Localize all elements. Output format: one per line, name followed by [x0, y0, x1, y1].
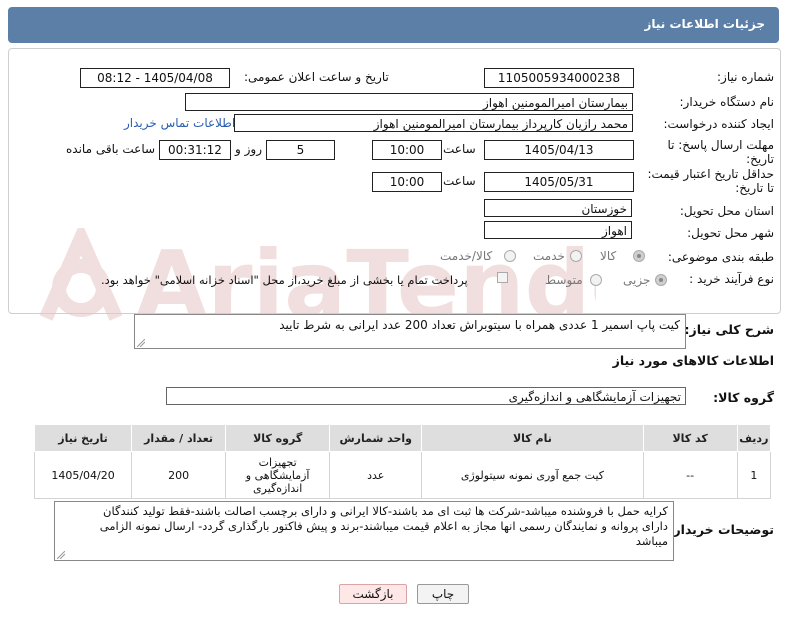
treasury-payment-note: پرداخت تمام یا بخشی از مبلغ خرید،از محل … [101, 273, 468, 287]
price-validity-label: حداقل تاریخ اعتبار قیمت: [647, 167, 774, 181]
buyer-field[interactable]: بیمارستان امیرالمومنین اهواز [185, 93, 633, 111]
category-label: طبقه بندی موضوعی: [667, 250, 774, 264]
description-textarea[interactable]: کیت پاپ اسمیر 1 عددی همراه با سیتوبراش ت… [134, 314, 686, 349]
city-label: شهر محل تحویل: [687, 226, 774, 240]
col-group: گروه کالا [225, 424, 331, 452]
goods-table: ردیف کد کالا نام کالا واحد شمارش گروه کا… [33, 424, 772, 499]
cell-code: -- [642, 451, 738, 499]
table-row[interactable]: 1 -- کیت جمع آوری نمونه سیتولوژی عدد تجه… [33, 451, 772, 499]
col-unit: واحد شمارش [329, 424, 423, 452]
days-label: روز و [235, 142, 262, 156]
time-remaining-field[interactable]: 00:31:12 [159, 140, 231, 160]
description-text: کیت پاپ اسمیر 1 عددی همراه با سیتوبراش ت… [279, 318, 680, 332]
goods-group-label: گروه کالا: [713, 390, 774, 405]
deadline-label-date: تاریخ: [746, 152, 774, 166]
cell-row: 1 [736, 451, 772, 499]
buyer-contact-link[interactable]: اطلاعات تماس خریدار [124, 116, 235, 130]
deadline-time-field[interactable]: 10:00 [372, 140, 442, 160]
process-option-medium: متوسط [545, 273, 583, 287]
category-option-goods: کالا [600, 249, 617, 263]
validity-time-label: ساعت [443, 174, 476, 188]
time-remaining-label: ساعت باقی مانده [66, 142, 156, 156]
validity-date-field[interactable]: 1405/05/31 [484, 172, 634, 192]
need-number-field[interactable]: 1105005934000238 [484, 68, 634, 88]
treasury-payment-checkbox[interactable] [497, 272, 508, 283]
category-radio-goods-service[interactable] [504, 250, 516, 262]
deadline-date-field[interactable]: 1405/04/13 [484, 140, 634, 160]
process-radio-medium[interactable] [590, 274, 602, 286]
cell-qty: 200 [131, 451, 227, 499]
announce-date-label: تاریخ و ساعت اعلان عمومی: [244, 70, 389, 84]
category-option-service: خدمت [533, 249, 565, 263]
validity-time-field[interactable]: 10:00 [372, 172, 442, 192]
goods-group-field[interactable]: تجهیزات آزمایشگاهی و اندازه‌گیری [166, 387, 686, 405]
cell-name[interactable]: کیت جمع آوری نمونه سیتولوژی [421, 451, 644, 499]
col-date: تاریخ نیاز [33, 424, 133, 452]
cell-unit: عدد [329, 451, 423, 499]
resize-grip-icon[interactable] [137, 339, 145, 347]
creator-field[interactable]: محمد رازیان کارپرداز بیمارستان امیرالموم… [234, 114, 633, 132]
category-option-goods-service: کالا/خدمت [440, 249, 493, 263]
city-field[interactable]: اهواز [484, 221, 632, 239]
days-remaining-field[interactable]: 5 [266, 140, 335, 160]
announce-date-field[interactable]: 1405/04/08 - 08:12 [80, 68, 230, 88]
page-header: جزئیات اطلاعات نیاز [8, 7, 779, 43]
col-name: نام کالا [421, 424, 644, 452]
resize-grip-icon[interactable] [57, 551, 65, 559]
page-title: جزئیات اطلاعات نیاز [644, 17, 765, 31]
price-validity-label-date: تا تاریخ: [735, 181, 774, 195]
table-header-row: ردیف کد کالا نام کالا واحد شمارش گروه کا… [33, 424, 772, 452]
province-label: استان محل تحویل: [679, 204, 774, 218]
buyer-notes-line: دارای پروانه و نمایندگان رسمی انها مجاز … [99, 519, 668, 533]
description-label: شرح کلی نیاز: [684, 322, 774, 337]
buyer-notes-line: کرایه حمل با فروشنده میباشد-شرکت ها ثبت … [103, 504, 668, 518]
need-number-label: شماره نیاز: [717, 70, 774, 84]
cell-group-line: اندازه‌گیری [253, 481, 303, 495]
buyer-notes-line: میباشد [635, 534, 668, 548]
category-radio-service[interactable] [570, 250, 582, 262]
goods-section-title: اطلاعات کالاهای مورد نیاز [612, 353, 774, 368]
buyer-notes-label: توضیحات خریدار: [668, 522, 774, 537]
col-qty: تعداد / مقدار [131, 424, 227, 452]
col-code: کد کالا [642, 424, 738, 452]
process-option-minor: جزیی [623, 273, 651, 287]
cell-group: تجهیزات آزمایشگاهی و اندازه‌گیری [225, 451, 331, 499]
deadline-label: مهلت ارسال پاسخ: تا [667, 138, 774, 152]
province-field[interactable]: خوزستان [484, 199, 632, 217]
cell-date: 1405/04/20 [33, 451, 133, 499]
process-radio-minor[interactable] [655, 274, 667, 286]
col-row: ردیف [736, 424, 772, 452]
buyer-notes-textarea[interactable]: کرایه حمل با فروشنده میباشد-شرکت ها ثبت … [54, 501, 674, 561]
print-button[interactable]: چاپ [417, 584, 469, 604]
cell-group-line: آزمایشگاهی و [245, 468, 310, 482]
back-button[interactable]: بازگشت [339, 584, 407, 604]
buyer-label: نام دستگاه خریدار: [679, 95, 775, 109]
category-radio-goods[interactable] [633, 250, 645, 262]
cell-group-line: تجهیزات [258, 455, 297, 469]
process-type-label: نوع فرآیند خرید : [689, 272, 774, 286]
creator-label: ایجاد کننده درخواست: [663, 117, 774, 131]
deadline-time-label: ساعت [443, 142, 476, 156]
